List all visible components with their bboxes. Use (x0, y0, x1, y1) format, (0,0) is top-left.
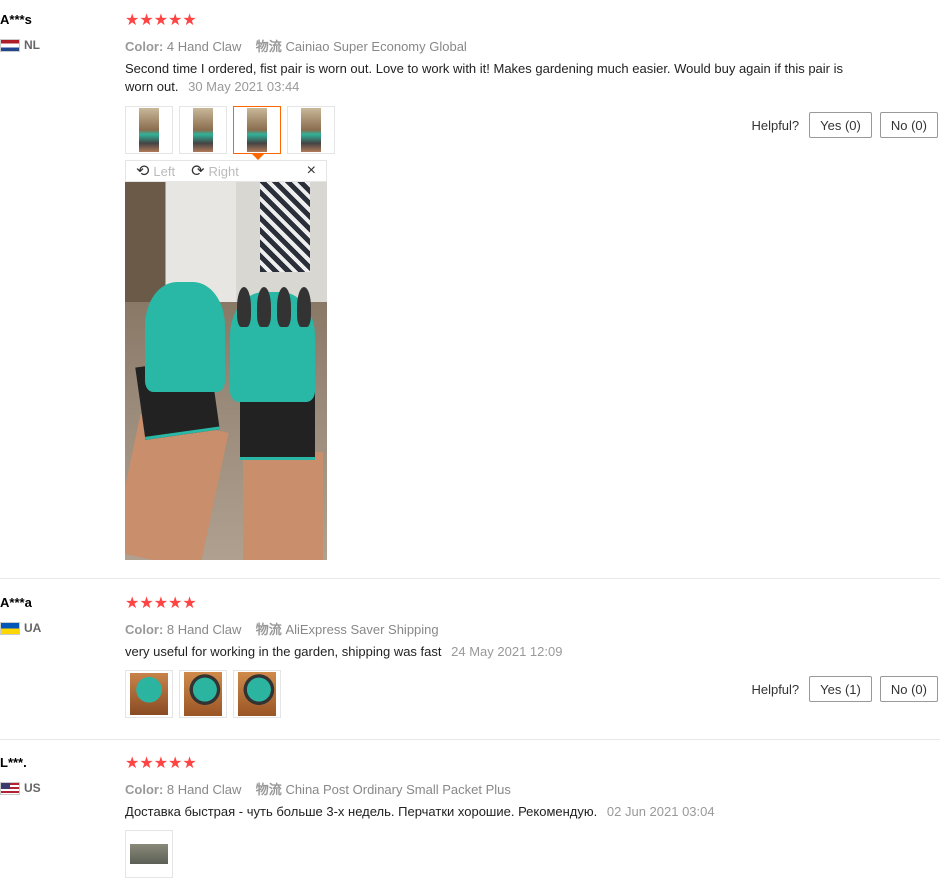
review-meta: Color: 8 Hand Claw 物流 China Post Ordinar… (125, 779, 511, 798)
shipping-value: Cainiao Super Economy Global (285, 39, 467, 54)
rotate-left-button[interactable]: ⟲ Left (136, 161, 175, 181)
review-photo-large (125, 182, 327, 560)
helpful-label: Helpful? (751, 117, 800, 133)
photo-thumb[interactable] (179, 106, 227, 154)
helpful-no-button[interactable]: No (0) (879, 112, 938, 138)
photo-thumb[interactable] (125, 830, 173, 878)
review-item: A***a UA ★★★★★ Color: 8 Hand Claw 物流 Ali… (0, 579, 940, 739)
review-meta: Color: 8 Hand Claw 物流 AliExpress Saver S… (125, 619, 439, 638)
color-label: Color: (125, 622, 164, 637)
photo-thumb-selected[interactable] (233, 106, 281, 160)
rotate-right-button[interactable]: ⟳ Right (191, 161, 239, 181)
star-rating: ★★★★★ (125, 595, 197, 612)
photo-thumb[interactable] (125, 106, 173, 154)
review-date: 30 May 2021 03:44 (188, 79, 300, 94)
helpful-controls: Helpful? Yes (0) No (0) (751, 112, 938, 138)
helpful-yes-button[interactable]: Yes (1) (809, 676, 872, 702)
helpful-no-button[interactable]: No (0) (879, 676, 938, 702)
color-label: Color: (125, 39, 164, 54)
close-icon[interactable]: × (307, 162, 316, 180)
star-rating: ★★★★★ (125, 755, 197, 772)
review-text: Доставка быстрая - чуть больше 3-х недел… (125, 803, 845, 821)
photo-viewer-toolbar: ⟲ Left ⟳ Right × (125, 160, 327, 182)
reviewer-country: US (0, 781, 41, 795)
flag-ua-icon (0, 621, 20, 635)
country-code: US (24, 781, 41, 795)
shipping-label: 物流 (255, 39, 282, 54)
review-photo-thumbs (125, 830, 173, 878)
photo-thumb[interactable] (233, 670, 281, 718)
helpful-label: Helpful? (751, 681, 800, 697)
star-rating: ★★★★★ (125, 12, 197, 29)
review-body: very useful for working in the garden, s… (125, 644, 442, 659)
helpful-controls: Helpful? Yes (1) No (0) (751, 676, 938, 702)
rotate-right-icon: ⟳ (191, 163, 205, 180)
rotate-left-label: Left (153, 163, 176, 179)
flag-us-icon (0, 781, 20, 795)
reviewer-name: A***s (0, 12, 32, 27)
shipping-value: China Post Ordinary Small Packet Plus (285, 782, 511, 797)
review-date: 02 Jun 2021 03:04 (606, 804, 715, 819)
review-text: Second time I ordered, fist pair is worn… (125, 60, 845, 96)
color-label: Color: (125, 782, 164, 797)
reviewer-name: A***a (0, 595, 32, 610)
shipping-label: 物流 (255, 782, 282, 797)
review-photo-thumbs (125, 106, 335, 160)
color-value: 8 Hand Claw (166, 782, 242, 797)
photo-viewer: ⟲ Left ⟳ Right × (125, 160, 327, 560)
shipping-value: AliExpress Saver Shipping (285, 622, 439, 637)
rotate-left-icon: ⟲ (136, 163, 150, 180)
helpful-yes-button[interactable]: Yes (0) (809, 112, 872, 138)
reviewer-country: UA (0, 621, 41, 635)
shipping-label: 物流 (255, 622, 282, 637)
review-body: Доставка быстрая - чуть больше 3-х недел… (125, 804, 598, 819)
reviewer-name: L***. (0, 755, 27, 770)
review-text: very useful for working in the garden, s… (125, 643, 845, 661)
photo-thumb[interactable] (287, 106, 335, 154)
country-code: NL (24, 38, 40, 52)
review-meta: Color: 4 Hand Claw 物流 Cainiao Super Econ… (125, 36, 467, 55)
review-item: A***s NL ★★★★★ Color: 4 Hand Claw 物流 Cai… (0, 0, 940, 578)
color-value: 8 Hand Claw (166, 622, 242, 637)
color-value: 4 Hand Claw (166, 39, 242, 54)
rotate-right-label: Right (208, 163, 239, 179)
country-code: UA (24, 621, 42, 635)
review-photo-thumbs (125, 670, 281, 718)
review-item: L***. US ★★★★★ Color: 8 Hand Claw 物流 Chi… (0, 740, 940, 878)
photo-thumb[interactable] (125, 670, 173, 718)
review-date: 24 May 2021 12:09 (451, 644, 563, 659)
flag-nl-icon (0, 38, 20, 52)
photo-thumb[interactable] (179, 670, 227, 718)
reviewer-country: NL (0, 38, 40, 52)
